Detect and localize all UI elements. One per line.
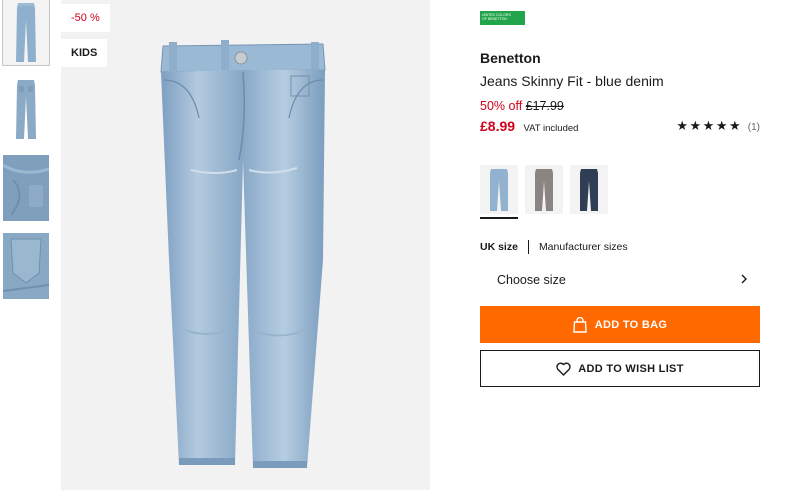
add-to-wishlist-label: ADD TO WISH LIST	[578, 362, 684, 375]
product-main-image[interactable]	[61, 0, 430, 490]
original-price: £17.99	[525, 99, 564, 113]
tab-manufacturer-sizes[interactable]: Manufacturer sizes	[539, 241, 628, 253]
thumb-detail-front[interactable]	[3, 155, 49, 221]
tab-uk-size[interactable]: UK size	[480, 241, 518, 253]
add-to-bag-button[interactable]: ADD TO BAG	[480, 306, 760, 343]
brand-logo-text: UNITED COLORS OF BENETTON.	[482, 13, 511, 21]
discount-badge: -50 %	[61, 4, 110, 32]
vat-note: VAT included	[523, 123, 579, 134]
size-select[interactable]: Choose size	[480, 262, 760, 298]
swatch-light-blue[interactable]	[480, 165, 518, 214]
swatch-grey[interactable]	[525, 165, 563, 214]
rating-count: (1)	[747, 122, 760, 133]
jeans-light-blue-icon	[480, 165, 518, 214]
price-line: £8.99 VAT included	[480, 118, 578, 136]
size-select-label: Choose size	[497, 273, 566, 287]
brand-logo[interactable]: UNITED COLORS OF BENETTON.	[480, 11, 525, 25]
heart-icon	[556, 362, 571, 376]
jeans-grey-icon	[525, 165, 563, 214]
thumbnail-gallery	[2, 0, 50, 311]
denim-detail-icon	[3, 155, 49, 221]
discount-line: 50% off £17.99	[480, 99, 564, 113]
thumb-detail-pocket[interactable]	[3, 233, 49, 299]
color-swatches	[480, 165, 680, 219]
current-price: £8.99	[480, 118, 516, 134]
rating[interactable]: ★★★★★ (1)	[676, 118, 760, 134]
add-to-bag-label: ADD TO BAG	[594, 318, 668, 331]
jeans-front-icon	[3, 0, 49, 65]
shopping-bag-icon	[573, 316, 587, 333]
denim-pocket-icon	[3, 233, 49, 299]
add-to-wishlist-button[interactable]: ADD TO WISH LIST	[480, 350, 760, 387]
tab-divider	[527, 239, 529, 254]
chevron-right-icon	[741, 274, 747, 284]
rating-stars-icon: ★★★★★	[676, 118, 743, 133]
selected-swatch-indicator	[480, 217, 518, 219]
jeans-dark-blue-icon	[570, 165, 608, 214]
category-badge: KIDS	[61, 39, 108, 67]
jeans-back-icon	[3, 77, 49, 143]
swatch-dark-blue[interactable]	[570, 165, 608, 214]
thumb-front-full[interactable]	[2, 0, 50, 66]
product-title: Jeans Skinny Fit - blue denim	[480, 73, 664, 89]
size-system-tabs: UK size Manufacturer sizes	[480, 238, 628, 256]
discount-percent: 50% off	[480, 99, 523, 113]
thumb-back-full[interactable]	[3, 77, 49, 143]
brand-name[interactable]: Benetton	[480, 50, 541, 66]
jeans-image	[61, 0, 430, 490]
